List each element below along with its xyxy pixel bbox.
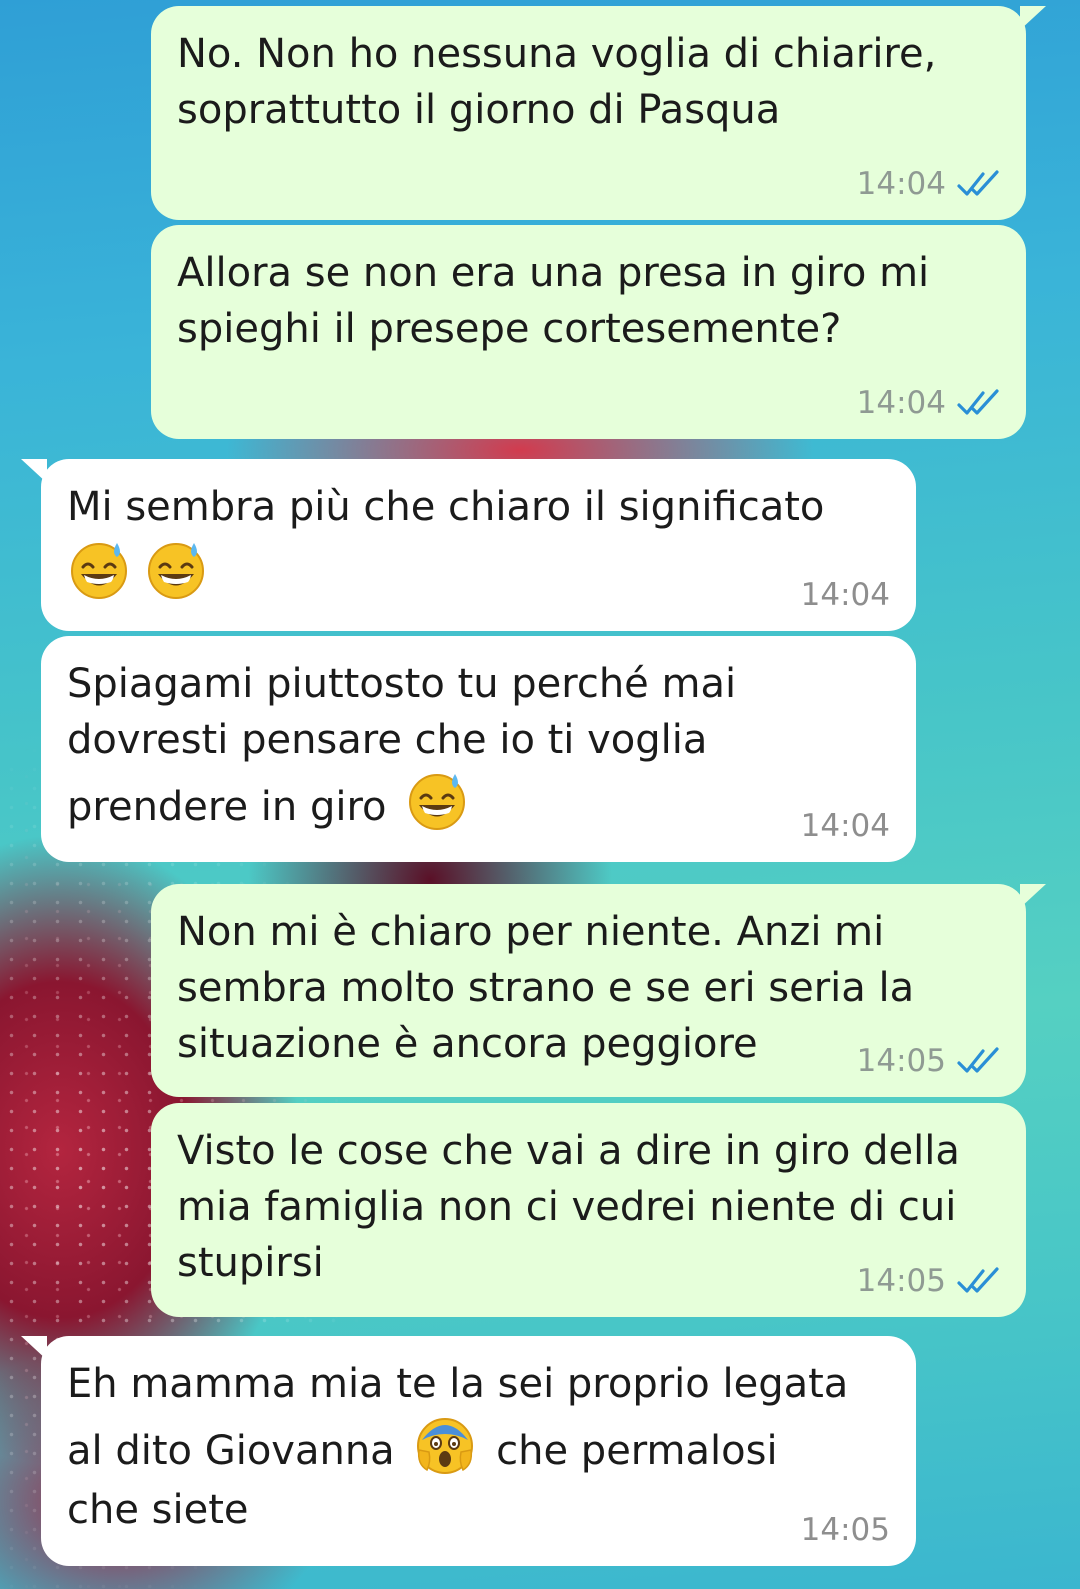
message-text: No. Non ho nessuna voglia di chiarire, s… — [177, 31, 950, 133]
message-text: Mi sembra più che chiaro il significato — [67, 484, 825, 530]
message-text: prendere in giro — [67, 784, 387, 830]
grinning-sweat-emoji — [71, 543, 127, 599]
grinning-sweat-emoji — [147, 543, 204, 599]
message-bubble-incoming[interactable]: Spiagami piuttosto tu perché mai dovrest… — [41, 636, 916, 862]
message-meta: 14:04 — [857, 385, 1000, 421]
emoji-row — [67, 537, 890, 607]
message-bubble-outgoing[interactable]: Allora se non era una presa in giro mi s… — [151, 225, 1026, 439]
message-text: al dito Giovanna — [67, 1428, 395, 1474]
double-check-read-icon — [957, 389, 999, 415]
message-time: 14:05 — [856, 1263, 946, 1299]
message-time: 14:04 — [800, 577, 890, 613]
message-bubble-outgoing[interactable]: Visto le cose che vai a dire in giro del… — [151, 1103, 1026, 1317]
message-meta: 14:04 — [801, 577, 890, 613]
message-text-line: dovresti pensare che io ti voglia — [67, 717, 708, 763]
message-time: 14:05 — [856, 1043, 946, 1079]
message-bubble-incoming[interactable]: Mi sembra più che chiaro il significato … — [21, 459, 916, 631]
message-meta: 14:05 — [857, 1043, 1000, 1079]
grinning-sweat-emoji — [409, 774, 466, 830]
message-time: 14:04 — [800, 808, 890, 844]
message-time: 14:04 — [856, 385, 946, 421]
double-check-read-icon — [957, 1047, 999, 1073]
message-text-line-with-emoji: prendere in giro — [67, 768, 890, 838]
face-screaming-in-fear-emoji — [417, 1418, 474, 1474]
message-meta: 14:05 — [801, 1512, 890, 1548]
message-meta: 14:04 — [857, 166, 1000, 202]
message-text: Allora se non era una presa in giro mi s… — [177, 250, 942, 352]
message-time: 14:05 — [800, 1512, 890, 1548]
message-text-line-with-emoji: al dito Giovanna che permalosi — [67, 1412, 890, 1482]
message-text: che permalosi — [496, 1428, 778, 1474]
message-text-line: che siete — [67, 1487, 249, 1533]
double-check-read-icon — [957, 1267, 999, 1293]
message-bubble-outgoing[interactable]: No. Non ho nessuna voglia di chiarire, s… — [151, 6, 1046, 220]
message-text-line: Spiagami piuttosto tu perché mai — [67, 661, 737, 707]
message-bubble-incoming[interactable]: Eh mamma mia te la sei proprio legata al… — [21, 1336, 916, 1566]
message-bubble-outgoing[interactable]: Non mi è chiaro per niente. Anzi mi semb… — [151, 884, 1046, 1097]
message-time: 14:04 — [856, 166, 946, 202]
message-text-line: Eh mamma mia te la sei proprio legata — [67, 1361, 849, 1407]
message-meta: 14:04 — [801, 808, 890, 844]
double-check-read-icon — [957, 170, 999, 196]
message-meta: 14:05 — [857, 1263, 1000, 1299]
